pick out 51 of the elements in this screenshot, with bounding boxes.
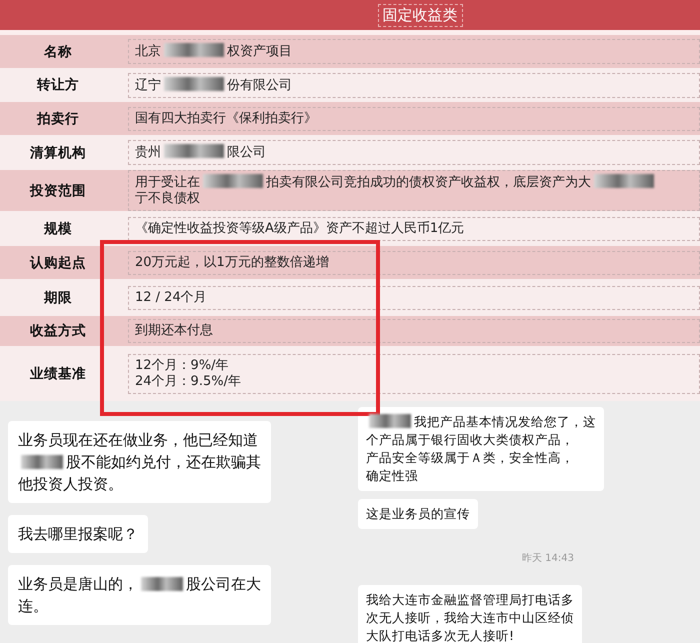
cell-text: 北京: [135, 44, 161, 59]
message-text: 我把产品基本情况发给您了，这: [414, 414, 596, 429]
field-label: 业绩基准: [29, 364, 87, 382]
message-text: 次无人接听，我给大连市中山区经侦: [366, 610, 574, 625]
message-text: 我给大连市金融监督管理局打电话多: [366, 592, 574, 607]
cell-text: 限公司: [227, 145, 266, 160]
message-text: 这是业务员的宣传: [366, 506, 470, 521]
message-text: 业务员是唐山的，: [18, 575, 138, 593]
redaction-mark: [164, 43, 224, 57]
message-text: 个产品属于银行固收大类债权产品，: [366, 432, 574, 447]
field-label: 规模: [42, 220, 73, 238]
field-label: 清算机构: [29, 144, 87, 162]
cell-text: 拍卖有限公司竞拍成功的债权资产收益权，底层资产为大: [266, 175, 591, 190]
cell-text: 份有限公司: [227, 78, 292, 92]
cell-text: 贵州: [135, 145, 161, 160]
cell-text: 用于受让在: [135, 175, 200, 190]
cell-text: 12个月：9%/年: [135, 358, 229, 372]
field-label: 期限: [43, 288, 73, 306]
cell-text: 12 / 24个月: [135, 290, 207, 304]
message-text: 大队打电话多次无人接听!: [366, 628, 514, 643]
message-text: 他投资人投资。: [18, 475, 123, 493]
cell-text: 24个月：9.5%/年: [135, 374, 241, 388]
cell-text: 到期还本付息: [135, 323, 213, 338]
cell-text: 亍不良债权: [135, 191, 200, 206]
redaction-mark: [164, 76, 224, 90]
cell-text: 辽宁: [135, 78, 161, 92]
field-label: 收益方式: [29, 322, 87, 340]
redaction-mark: [164, 144, 224, 158]
cell-text: 国有四大拍卖行《保利拍卖行》: [135, 110, 317, 126]
section-title: 固定收益类: [378, 4, 462, 26]
field-label: 投资范围: [28, 182, 87, 200]
field-label: 转让方: [36, 76, 80, 94]
redaction-mark: [203, 174, 263, 188]
field-label: 认购起点: [28, 254, 87, 272]
redaction-mark: [21, 455, 63, 469]
message-text: 连。: [18, 597, 48, 615]
timestamp: 昨天 14:43: [522, 552, 574, 565]
cell-text: 权资产项目: [227, 44, 292, 59]
message-text: 股不能如约兑付，还在欺骗其: [66, 453, 261, 471]
redaction-mark: [369, 414, 411, 428]
message-text: 股公司在大: [186, 575, 261, 593]
cell-text: 20万元起，以1万元的整数倍递增: [135, 254, 329, 270]
message-text: 业务员现在还在做业务，他已经知道: [18, 431, 258, 449]
redaction-mark: [141, 577, 183, 591]
message-text: 我去哪里报案呢？: [18, 525, 138, 543]
message-text: 产品安全等级属于Ａ类，安全性高，: [366, 450, 574, 465]
message-text: 确定性强: [366, 468, 418, 483]
cell-text: 《确定性收益投资等级A级产品》资产不超过人民币1亿元: [135, 220, 464, 236]
field-label: 拍卖行: [36, 110, 80, 128]
field-label: 名称: [42, 42, 73, 60]
redaction-mark: [594, 174, 654, 188]
